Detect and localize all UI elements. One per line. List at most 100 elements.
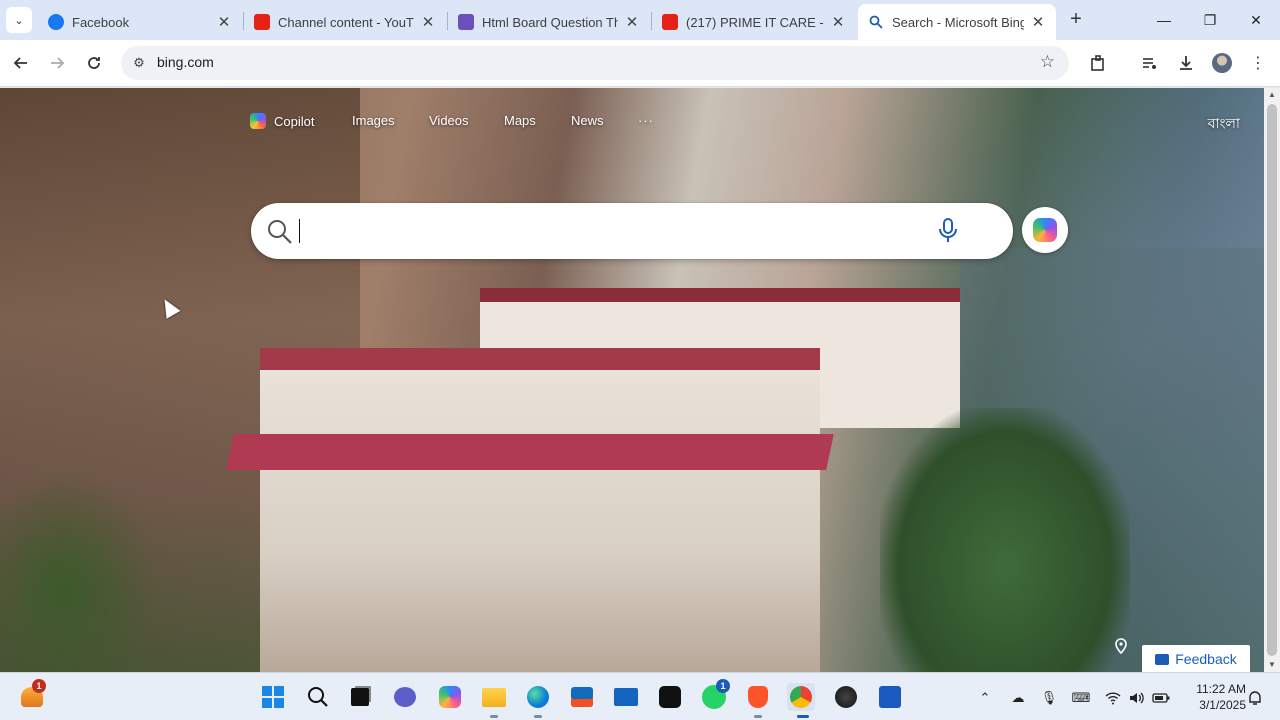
nav-images[interactable]: Images (352, 113, 395, 128)
shield-icon (458, 14, 474, 30)
background-trees (880, 408, 1130, 672)
running-indicator (490, 715, 498, 718)
meet-icon[interactable] (391, 683, 419, 711)
arrow-right-icon (51, 57, 65, 69)
feedback-label: Feedback (1175, 651, 1237, 667)
running-indicator (534, 715, 542, 718)
arrow-left-icon (13, 57, 27, 69)
battery-icon[interactable] (1152, 689, 1170, 707)
tab-strip: ⌄ Facebook ✕ Channel content - YouTube ✕… (0, 0, 1280, 40)
brave-icon[interactable] (744, 683, 772, 711)
youtube-icon (662, 14, 678, 30)
profile-avatar[interactable] (1211, 52, 1233, 74)
chrome-icon[interactable] (787, 683, 815, 711)
capcut-icon[interactable] (656, 683, 684, 711)
file-explorer-icon[interactable] (480, 683, 508, 711)
nav-maps[interactable]: Maps (504, 113, 536, 128)
active-indicator (797, 715, 809, 718)
extensions-icon[interactable] (1087, 52, 1109, 74)
store-icon[interactable] (568, 683, 596, 711)
tab-title: Channel content - YouTube (278, 14, 414, 30)
whatsapp-icon[interactable]: 1 (700, 679, 730, 711)
scroll-up-icon[interactable]: ▲ (1267, 90, 1277, 100)
nav-news[interactable]: News (571, 113, 604, 128)
text-caret (299, 219, 300, 243)
keyboard-icon[interactable]: ⌨ (1072, 689, 1091, 707)
edge-icon[interactable] (524, 683, 552, 711)
onedrive-icon[interactable]: ☁ (1009, 689, 1027, 707)
system-clock[interactable]: 11:22 AM 3/1/2025 (1180, 681, 1246, 713)
address-bar[interactable]: ⚙ bing.com ☆ (121, 46, 1069, 80)
chevron-down-icon: ⌄ (14, 14, 24, 27)
clock-time: 11:22 AM (1196, 682, 1246, 696)
chat-bubble-icon (1155, 653, 1170, 665)
task-view-icon[interactable] (346, 683, 374, 711)
nav-label: Copilot (274, 113, 315, 129)
reload-icon (88, 57, 100, 69)
nav-label: News (571, 113, 604, 128)
bing-homepage: Copilot Images Videos Maps News ··· বাংল… (0, 88, 1264, 672)
more-menu-icon[interactable]: ⋮ (1247, 52, 1269, 74)
tab-html-board[interactable]: Html Board Question Thu ✕ (448, 4, 650, 40)
nav-label: Maps (504, 113, 536, 128)
chevron-up-icon[interactable]: ⌃ (976, 689, 994, 707)
nav-more[interactable]: ··· (638, 113, 654, 128)
nav-videos[interactable]: Videos (429, 113, 469, 128)
scroll-down-icon[interactable]: ▼ (1267, 660, 1277, 670)
microphone-icon[interactable]: 🎙 (1040, 689, 1058, 707)
davinci-icon[interactable] (832, 683, 860, 711)
reload-button[interactable] (83, 52, 105, 74)
windows-taskbar: 1 1 ⌃ ☁ 🎙 ⌨ 11:22 AM 3/1/2025 (0, 672, 1280, 720)
tab-youtube-channel[interactable]: Channel content - YouTube ✕ (244, 4, 446, 40)
location-pin-icon[interactable] (1114, 638, 1130, 655)
nav-label: Videos (429, 113, 469, 128)
copilot-icon (250, 113, 266, 129)
restore-button[interactable]: ❐ (1198, 8, 1222, 32)
url-text: bing.com (157, 54, 214, 70)
nav-label: ··· (638, 113, 654, 128)
wifi-icon[interactable] (1104, 689, 1122, 707)
tab-search-button[interactable]: ⌄ (6, 7, 32, 33)
clock-date: 3/1/2025 (1199, 698, 1246, 712)
notification-icon[interactable] (1246, 689, 1264, 707)
feedback-button[interactable]: Feedback (1142, 645, 1250, 672)
mail-icon[interactable] (612, 683, 640, 711)
copilot-button[interactable] (1022, 207, 1068, 253)
tab-title: (217) PRIME IT CARE - #S (686, 14, 824, 30)
site-settings-icon[interactable]: ⚙ (129, 53, 149, 73)
microphone-icon[interactable] (937, 217, 959, 245)
tab-title: Html Board Question Thu (482, 14, 618, 30)
nav-copilot[interactable]: Copilot (250, 113, 314, 129)
close-icon[interactable]: ✕ (624, 13, 640, 31)
close-icon[interactable]: ✕ (830, 13, 846, 31)
search-box[interactable] (251, 203, 1013, 259)
copilot-icon (1033, 218, 1057, 242)
tab-facebook[interactable]: Facebook ✕ (38, 4, 242, 40)
minimize-button[interactable]: — (1152, 8, 1176, 32)
language-link[interactable]: বাংলা (1208, 112, 1240, 136)
page-scrollbar[interactable]: ▲ ▼ (1264, 88, 1280, 672)
tab-prime-it-care[interactable]: (217) PRIME IT CARE - #S ✕ (652, 4, 856, 40)
close-icon[interactable]: ✕ (1030, 13, 1046, 31)
background-roof (226, 434, 834, 470)
bookmark-star-icon[interactable]: ☆ (1040, 52, 1055, 72)
volume-icon[interactable] (1128, 689, 1146, 707)
media-controls-icon[interactable] (1139, 52, 1161, 74)
word-icon[interactable] (876, 683, 904, 711)
download-icon[interactable] (1175, 52, 1197, 74)
search-input[interactable] (303, 215, 923, 247)
close-icon[interactable]: ✕ (216, 13, 232, 31)
copilot-icon[interactable] (436, 683, 464, 711)
widgets-icon[interactable]: 1 (18, 679, 46, 711)
nav-label: Images (352, 113, 395, 128)
start-icon[interactable] (259, 683, 287, 711)
new-tab-button[interactable]: + (1066, 9, 1086, 29)
close-window-button[interactable]: ✕ (1244, 8, 1268, 32)
close-icon[interactable]: ✕ (420, 13, 436, 31)
scrollbar-thumb[interactable] (1267, 104, 1277, 656)
search-icon[interactable] (304, 683, 332, 711)
forward-button[interactable] (46, 52, 68, 74)
back-button[interactable] (10, 52, 32, 74)
tab-bing-search[interactable]: Search - Microsoft Bing ✕ (858, 4, 1056, 40)
youtube-icon (254, 14, 270, 30)
